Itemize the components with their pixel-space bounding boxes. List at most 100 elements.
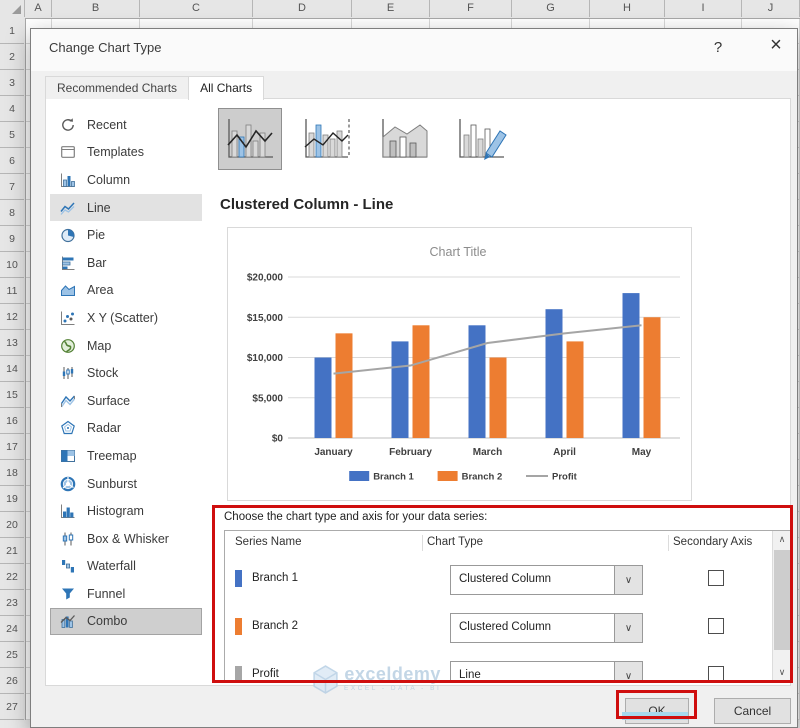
box-whisker-icon — [60, 531, 76, 547]
column-header-C[interactable]: C — [140, 0, 253, 17]
combo-icon — [60, 613, 76, 629]
row-header-8[interactable]: 8 — [0, 200, 24, 226]
sidebar-item-stock[interactable]: Stock — [50, 359, 202, 387]
sidebar-item-pie[interactable]: Pie — [50, 221, 202, 249]
sidebar-item-column[interactable]: Column — [50, 166, 202, 194]
sidebar-item-label: Pie — [87, 228, 105, 242]
column-header-D[interactable]: D — [253, 0, 352, 17]
row-header-17[interactable]: 17 — [0, 434, 24, 460]
sidebar-item-waterfall[interactable]: Waterfall — [50, 553, 202, 581]
row-header-26[interactable]: 26 — [0, 668, 24, 694]
sidebar-item-box-whisker[interactable]: Box & Whisker — [50, 525, 202, 553]
bar-series-Branch 2 — [336, 317, 661, 438]
subtype-clustered-column-line[interactable] — [218, 108, 282, 170]
chart-type-sidebar: Recent Templates Column Line Pie Bar Area X Y (… — [46, 99, 212, 685]
help-icon[interactable]: ? — [707, 39, 729, 56]
subtype-clustered-column-line-secondary-axis[interactable] — [295, 108, 359, 170]
select-all-triangle-icon — [12, 5, 21, 14]
sidebar-item-funnel[interactable]: Funnel — [50, 580, 202, 608]
svg-text:Profit: Profit — [552, 472, 578, 483]
row-header-1[interactable]: 1 — [0, 18, 24, 44]
sidebar-item-map[interactable]: Map — [50, 332, 202, 360]
sidebar-item-treemap[interactable]: Treemap — [50, 442, 202, 470]
row-header-27[interactable]: 27 — [0, 694, 24, 720]
column-header-I[interactable]: I — [665, 0, 742, 17]
row-header-3[interactable]: 3 — [0, 70, 24, 96]
sidebar-item-area[interactable]: Area — [50, 277, 202, 305]
row-header-21[interactable]: 21 — [0, 538, 24, 564]
sidebar-item-label: Templates — [87, 145, 144, 159]
sidebar-item-recent[interactable]: Recent — [50, 111, 202, 139]
sidebar-item-combo[interactable]: Combo — [50, 608, 202, 636]
surface-icon — [60, 393, 76, 409]
subtype-stacked-area-clustered-column[interactable] — [372, 108, 436, 170]
row-header-16[interactable]: 16 — [0, 408, 24, 434]
row-header-22[interactable]: 22 — [0, 564, 24, 590]
column-header-A[interactable]: A — [25, 0, 52, 17]
sidebar-item-radar[interactable]: Radar — [50, 415, 202, 443]
chart-legend: Branch 1Branch 2Profit — [349, 471, 577, 483]
annotation-box-ok-button — [616, 690, 697, 719]
sidebar-item-label: Line — [87, 201, 111, 215]
sidebar-item-label: Area — [87, 283, 113, 297]
close-icon[interactable]: × — [763, 34, 789, 57]
row-header-20[interactable]: 20 — [0, 512, 24, 538]
subtype-custom-combination[interactable] — [449, 108, 513, 170]
select-all-button[interactable] — [0, 0, 25, 17]
tab-all-charts[interactable]: All Charts — [188, 76, 264, 100]
row-header-13[interactable]: 13 — [0, 330, 24, 356]
svg-text:$15,000: $15,000 — [247, 313, 284, 324]
row-header-14[interactable]: 14 — [0, 356, 24, 382]
column-header-J[interactable]: J — [742, 0, 800, 17]
column-header-B[interactable]: B — [52, 0, 140, 17]
dialog-titlebar: Change Chart Type ? × — [31, 29, 797, 71]
svg-text:April: April — [553, 447, 576, 458]
sidebar-item-templates[interactable]: Templates — [50, 139, 202, 167]
sidebar-item-label: Recent — [87, 118, 127, 132]
row-header-25[interactable]: 25 — [0, 642, 24, 668]
column-header-H[interactable]: H — [590, 0, 665, 17]
row-header-2[interactable]: 2 — [0, 44, 24, 70]
row-header-7[interactable]: 7 — [0, 174, 24, 200]
screen: { "spreadsheet": { "column_headers": ["A… — [0, 0, 800, 720]
recent-icon — [60, 117, 76, 133]
row-header-6[interactable]: 6 — [0, 148, 24, 174]
chart-preview-svg: $0$5,000$10,000$15,000$20,000Chart Title… — [228, 228, 691, 498]
map-icon — [60, 338, 76, 354]
cancel-button[interactable]: Cancel — [714, 698, 791, 724]
sidebar-item-line[interactable]: Line — [50, 194, 202, 222]
column-header-F[interactable]: F — [430, 0, 512, 17]
sidebar-item-label: Map — [87, 339, 111, 353]
row-header-12[interactable]: 12 — [0, 304, 24, 330]
tab-recommended-charts[interactable]: Recommended Charts — [45, 76, 189, 99]
treemap-icon — [60, 448, 76, 464]
row-header-15[interactable]: 15 — [0, 382, 24, 408]
row-header-5[interactable]: 5 — [0, 122, 24, 148]
sidebar-item-label: Funnel — [87, 587, 125, 601]
row-header-9[interactable]: 9 — [0, 226, 24, 252]
sidebar-item-label: Stock — [87, 366, 118, 380]
sidebar-item-label: Treemap — [87, 449, 137, 463]
row-header-11[interactable]: 11 — [0, 278, 24, 304]
sidebar-item-histogram[interactable]: Histogram — [50, 497, 202, 525]
row-header-18[interactable]: 18 — [0, 460, 24, 486]
row-header-24[interactable]: 24 — [0, 616, 24, 642]
sidebar-item-sunburst[interactable]: Sunburst — [50, 470, 202, 498]
column-header-G[interactable]: G — [512, 0, 590, 17]
svg-text:$0: $0 — [272, 434, 284, 445]
row-header-23[interactable]: 23 — [0, 590, 24, 616]
row-header-4[interactable]: 4 — [0, 96, 24, 122]
sidebar-item-label: Radar — [87, 421, 121, 435]
sidebar-item-surface[interactable]: Surface — [50, 387, 202, 415]
row-header-10[interactable]: 10 — [0, 252, 24, 278]
sunburst-icon — [60, 476, 76, 492]
sidebar-item-scatter[interactable]: X Y (Scatter) — [50, 304, 202, 332]
column-header-E[interactable]: E — [352, 0, 430, 17]
sidebar-item-bar[interactable]: Bar — [50, 249, 202, 277]
svg-text:Chart Title: Chart Title — [430, 245, 487, 259]
scatter-icon — [60, 310, 76, 326]
row-header-19[interactable]: 19 — [0, 486, 24, 512]
sidebar-item-label: Surface — [87, 394, 130, 408]
area-icon — [60, 282, 76, 298]
svg-text:Branch 1: Branch 1 — [373, 472, 414, 483]
